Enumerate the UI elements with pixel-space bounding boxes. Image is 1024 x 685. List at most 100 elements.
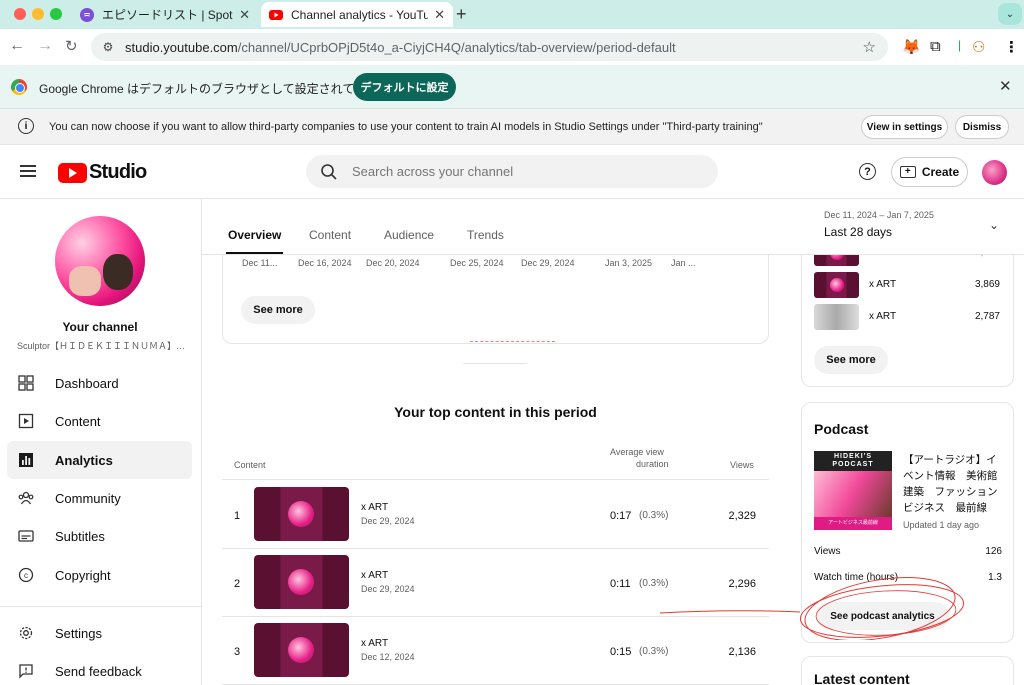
sidebar-item-label: Settings xyxy=(55,625,102,641)
view-in-settings-button[interactable]: View in settings xyxy=(861,115,948,139)
browser-tab-spotify[interactable]: エピソードリスト | Spotify for C ✕ xyxy=(72,2,258,27)
bookmark-star-icon[interactable]: ☆ xyxy=(863,38,876,56)
avg-duration: 0:15 xyxy=(610,646,632,658)
infobar-close-icon[interactable]: ✕ xyxy=(999,77,1012,95)
cover-image xyxy=(814,471,892,517)
analytics-icon xyxy=(18,452,34,468)
url-path: /channel/UCprbOPjD5t4o_a-CiyjCH4Q/analyt… xyxy=(237,39,676,55)
video-date: Dec 29, 2024 xyxy=(361,516,415,526)
dismiss-button[interactable]: Dismiss xyxy=(955,115,1009,139)
video-thumbnail[interactable] xyxy=(254,623,349,677)
feedback-icon xyxy=(18,663,34,679)
right-see-more-button[interactable]: See more xyxy=(814,346,888,374)
extension-badge-icon[interactable]: ⚇ xyxy=(972,38,985,56)
tab-close-icon[interactable]: ✕ xyxy=(434,7,445,23)
stat-value: 1.3 xyxy=(988,572,1002,583)
podcast-title: Podcast xyxy=(814,421,869,437)
video-title[interactable]: x ART xyxy=(361,502,388,513)
browser-menu-icon[interactable]: ⋮ xyxy=(1004,38,1019,56)
youtube-studio-logo[interactable]: Studio xyxy=(58,161,147,184)
table-row[interactable]: 3 x ART Dec 12, 2024 0:15 (0.3%) 2,136 xyxy=(222,617,769,685)
channel-name: Sculptor【ＨＩＤＥＫＩＩＩＮＵＭＡ】… xyxy=(17,341,186,351)
chart-x-tick: Dec 16, 2024 xyxy=(298,258,352,268)
forward-arrow-icon[interactable]: → xyxy=(37,37,53,55)
chart-x-tick: Dec 29, 2024 xyxy=(521,258,575,268)
sidebar-item-analytics[interactable]: Analytics xyxy=(7,441,192,479)
column-views[interactable]: Views xyxy=(730,460,754,470)
browser-tab-analytics[interactable]: Channel analytics - YouTube S ✕ xyxy=(261,2,453,27)
right-row-title[interactable]: x ART xyxy=(869,311,896,322)
sidebar-item-dashboard[interactable]: Dashboard xyxy=(7,364,192,402)
video-thumbnail[interactable] xyxy=(254,555,349,609)
chevron-down-icon[interactable]: ⌄ xyxy=(989,218,999,232)
table-row[interactable]: 1 x ART Dec 29, 2024 0:17 (0.3%) 2,329 xyxy=(222,481,769,549)
browser-toolbar: ← → ↻ ⚙ studio.youtube.com/channel/UCprb… xyxy=(0,29,1024,65)
column-content[interactable]: Content xyxy=(234,460,266,470)
window-close-button[interactable] xyxy=(14,8,26,20)
row-rank: 1 xyxy=(234,510,241,522)
sidebar-item-community[interactable]: Community xyxy=(7,479,192,517)
account-avatar[interactable] xyxy=(982,160,1007,185)
infobar-message: Google Chrome はデフォルトのブラウザとして設定されていません xyxy=(39,82,402,96)
tab-overview[interactable]: Overview xyxy=(225,228,284,254)
subtitles-icon xyxy=(18,528,34,544)
overview-chart-card xyxy=(222,240,769,344)
right-content-row[interactable]: x ART 3,869 xyxy=(814,272,1000,298)
video-title[interactable]: x ART xyxy=(361,570,388,581)
overview-see-more-button[interactable]: See more xyxy=(241,296,315,324)
window-zoom-button[interactable] xyxy=(50,8,62,20)
back-arrow-icon[interactable]: ← xyxy=(9,37,25,55)
address-bar[interactable]: ⚙ studio.youtube.com/channel/UCprbOPjD5t… xyxy=(91,33,888,61)
tab-trends[interactable]: Trends xyxy=(467,228,504,242)
extensions-puzzle-icon[interactable]: ⧉ xyxy=(930,38,941,55)
studio-header: Studio ? + Create xyxy=(0,145,1024,199)
search-input[interactable] xyxy=(352,164,672,179)
section-divider xyxy=(463,363,527,364)
menu-hamburger-icon[interactable] xyxy=(20,165,36,177)
channel-avatar[interactable] xyxy=(55,216,145,306)
avatar-face-shape xyxy=(103,254,133,290)
create-button[interactable]: + Create xyxy=(891,157,968,187)
tab-audience[interactable]: Audience xyxy=(384,228,434,242)
create-video-icon: + xyxy=(899,166,916,178)
help-icon[interactable]: ? xyxy=(859,163,876,180)
site-info-icon[interactable]: ⚙ xyxy=(99,38,117,56)
dashboard-icon xyxy=(18,375,34,391)
see-podcast-analytics-button[interactable]: See podcast analytics xyxy=(816,602,949,630)
column-avg-view-duration[interactable]: Average view xyxy=(610,447,664,457)
views-count: 2,329 xyxy=(728,510,756,522)
podcast-updated: Updated 1 day ago xyxy=(903,520,980,530)
podcast-description[interactable]: 【アートラジオ】イベント情報 美術館 建築 ファッション ビジネス 最前線 xyxy=(903,452,1008,516)
tab-search-chevron-icon[interactable]: ⌄ xyxy=(998,3,1022,25)
set-default-button[interactable]: デフォルトに設定 xyxy=(353,73,456,101)
podcast-cover[interactable]: HIDEKI'S PODCAST アートビジネス最前線 xyxy=(814,451,892,530)
right-row-title[interactable]: x ART xyxy=(869,279,896,290)
sidebar-item-settings[interactable]: Settings xyxy=(7,614,192,652)
sidebar-item-send-feedback[interactable]: Send feedback xyxy=(7,652,192,685)
period-selector[interactable]: Dec 11, 2024 – Jan 7, 2025 Last 28 days … xyxy=(784,199,1024,255)
video-thumbnail[interactable] xyxy=(254,487,349,541)
avg-percentage: (0.3%) xyxy=(639,646,669,657)
tab-close-icon[interactable]: ✕ xyxy=(239,7,250,23)
youtube-play-icon xyxy=(58,162,87,183)
sidebar-divider xyxy=(0,606,201,607)
metamask-extension-icon[interactable]: 🦊 xyxy=(902,38,921,56)
video-thumbnail[interactable] xyxy=(814,304,859,330)
video-thumbnail[interactable] xyxy=(814,272,859,298)
podcast-views-stat: Views 126 xyxy=(814,546,1002,557)
sidebar-item-label: Analytics xyxy=(55,452,113,468)
right-content-row[interactable]: x ART 2,787 xyxy=(814,304,1000,330)
tab-content[interactable]: Content xyxy=(309,228,351,242)
sidebar-item-subtitles[interactable]: Subtitles xyxy=(7,517,192,555)
video-date: Dec 12, 2024 xyxy=(361,652,415,662)
table-row[interactable]: 2 x ART Dec 29, 2024 0:11 (0.3%) 2,296 xyxy=(222,549,769,617)
logo-text: Studio xyxy=(89,161,147,183)
sidebar-item-copyright[interactable]: c Copyright xyxy=(7,556,192,594)
sidebar-item-content[interactable]: Content xyxy=(7,402,192,440)
reload-icon[interactable]: ↻ xyxy=(65,37,78,55)
video-title[interactable]: x ART xyxy=(361,638,388,649)
window-minimize-button[interactable] xyxy=(32,8,44,20)
new-tab-button[interactable]: + xyxy=(456,4,467,25)
channel-search[interactable] xyxy=(306,155,718,188)
stat-label: Watch time (hours) xyxy=(814,572,899,583)
